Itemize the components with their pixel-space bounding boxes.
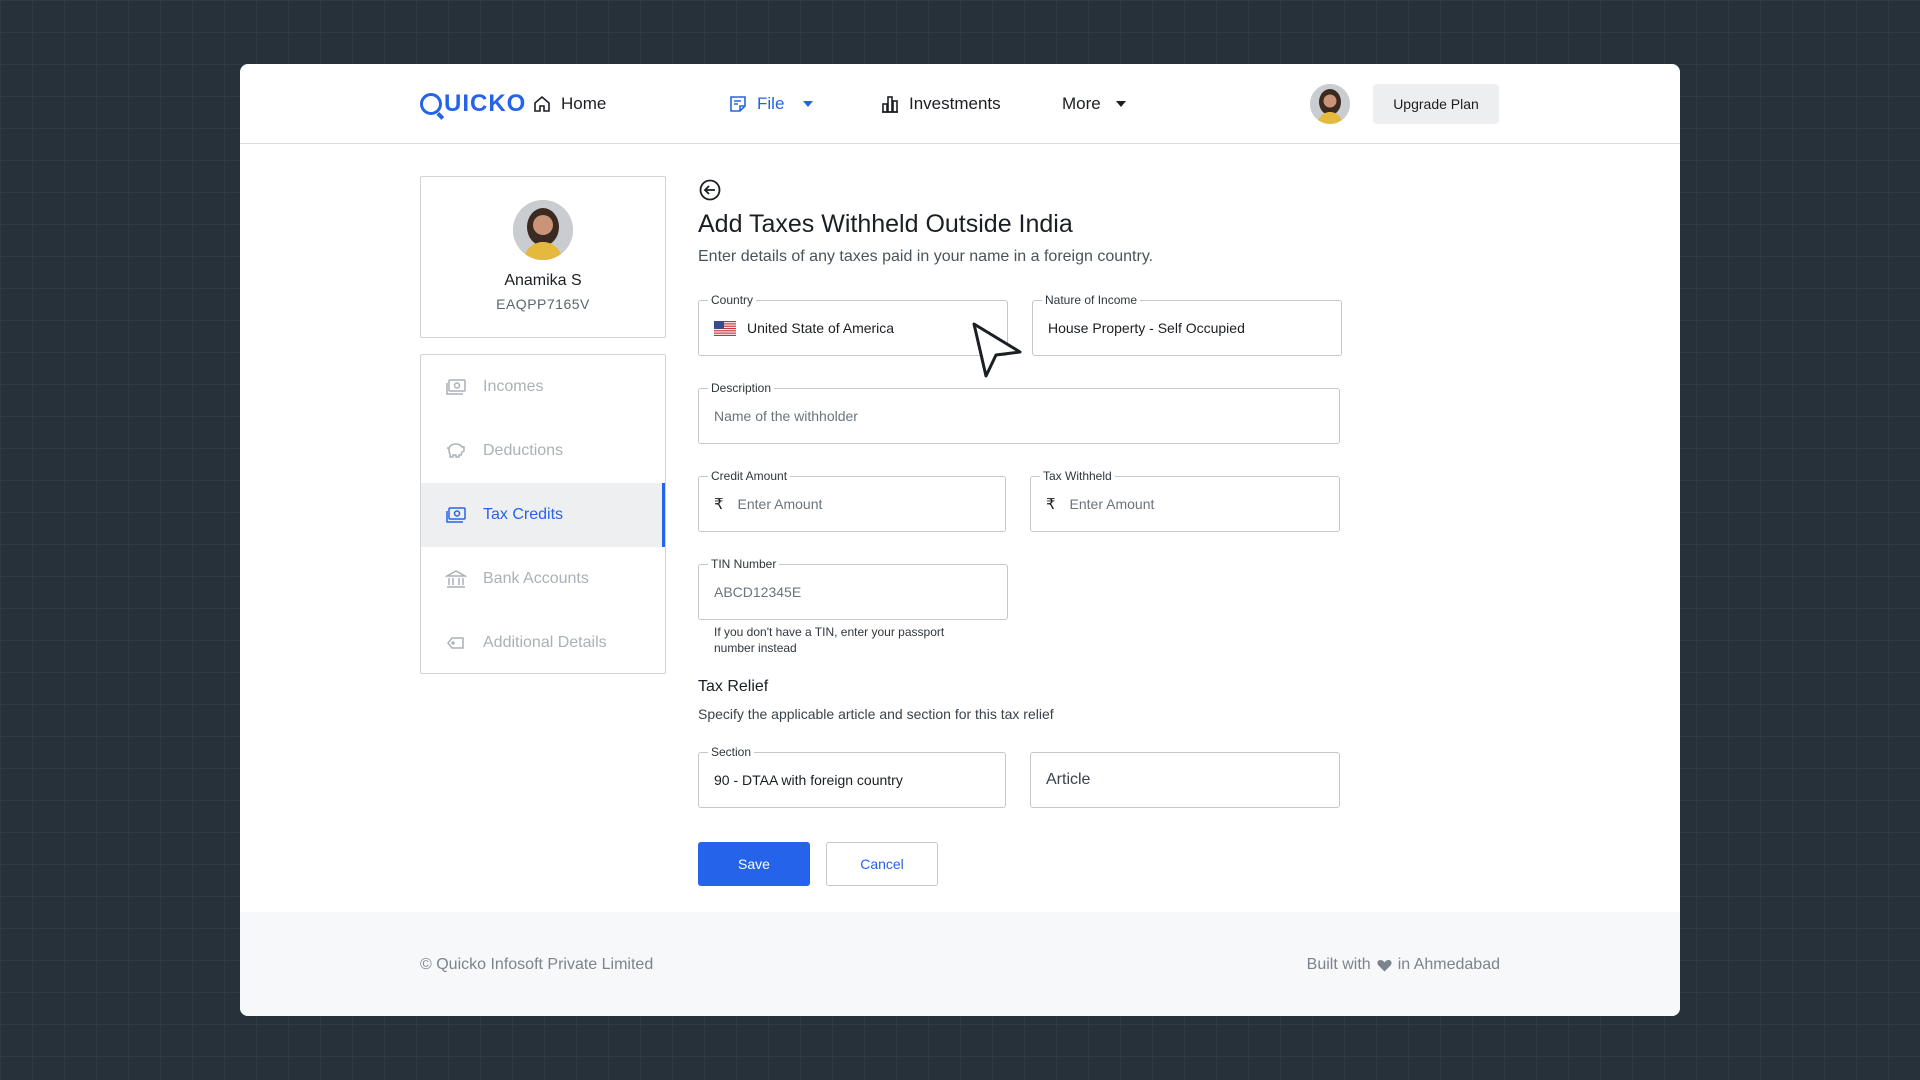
- article-input[interactable]: Article: [1030, 752, 1340, 808]
- page-title: Add Taxes Withheld Outside India: [698, 210, 1073, 238]
- upgrade-plan-button[interactable]: Upgrade Plan: [1373, 84, 1499, 124]
- built-prefix: Built with: [1306, 956, 1371, 973]
- description-placeholder: Name of the withholder: [714, 408, 858, 424]
- credit-amount-label: Credit Amount: [708, 469, 791, 483]
- logo-mark: [420, 93, 442, 115]
- us-flag-icon: [714, 320, 736, 336]
- app-window: UICKO Home File Investments More Upgrade…: [240, 64, 1680, 1016]
- quicko-logo[interactable]: UICKO: [420, 88, 526, 120]
- tax-withheld-placeholder: Enter Amount: [1069, 496, 1155, 512]
- sidebar-item-label: Deductions: [483, 442, 564, 459]
- chevron-down-icon: [803, 101, 814, 107]
- sidebar-item-label: Tax Credits: [483, 506, 564, 523]
- tax-credits-icon: [446, 507, 466, 523]
- sidebar-item-tax-credits[interactable]: Tax Credits: [421, 483, 665, 547]
- tin-hint: If you don't have a TIN, enter your pass…: [714, 625, 945, 655]
- section-label: Section: [708, 745, 755, 759]
- sidebar-item-deductions[interactable]: Deductions: [421, 419, 665, 483]
- sidebar-item-bank-accounts[interactable]: Bank Accounts: [421, 547, 665, 611]
- sidebar-item-label: Bank Accounts: [483, 570, 589, 587]
- file-icon: [730, 96, 746, 112]
- page-subtitle: Enter details of any taxes paid in your …: [698, 248, 1154, 265]
- nav-file-label: File: [757, 94, 785, 113]
- built-suffix: in Ahmedabad: [1397, 956, 1500, 973]
- sidebar-item-label: Incomes: [483, 378, 544, 395]
- piggy-bank-icon: [446, 443, 465, 458]
- country-value: United State of America: [747, 320, 895, 336]
- tin-number-label: TIN Number: [708, 557, 780, 571]
- user-avatar[interactable]: [1310, 84, 1350, 124]
- nav-more-label: More: [1062, 94, 1101, 113]
- chevron-down-icon: [1115, 101, 1126, 107]
- nature-of-income-select[interactable]: Nature of Income House Property - Self O…: [1032, 293, 1342, 356]
- tax-withheld-input[interactable]: Tax Withheld ₹ Enter Amount: [1030, 469, 1340, 532]
- tin-number-input[interactable]: TIN Number ABCD12345E: [698, 557, 1008, 620]
- profile-avatar: [513, 200, 573, 260]
- tag-icon: [447, 637, 464, 649]
- footer: © Quicko Infosoft Private Limited Built …: [240, 912, 1680, 1016]
- country-select[interactable]: Country United State of America: [698, 293, 1008, 356]
- tax-withheld-label: Tax Withheld: [1040, 469, 1115, 483]
- nav-file[interactable]: File: [728, 88, 814, 120]
- incomes-icon: [446, 379, 466, 395]
- sidebar-item-incomes[interactable]: Incomes: [421, 355, 665, 419]
- bank-icon: [445, 570, 467, 588]
- nature-of-income-value: House Property - Self Occupied: [1048, 320, 1245, 336]
- rupee-icon: ₹: [1046, 496, 1056, 513]
- profile-pan: EAQPP7165V: [496, 296, 590, 312]
- logo-text: UICKO: [444, 90, 527, 117]
- cancel-button[interactable]: Cancel: [826, 842, 938, 886]
- sidebar-item-additional-details[interactable]: Additional Details: [421, 611, 665, 673]
- built-with-text: Built with in Ahmedabad: [1307, 956, 1500, 974]
- profile-name: Anamika S: [504, 272, 582, 289]
- sidebar-menu: Incomes Deductions Tax Credits Bank Acco…: [420, 354, 666, 674]
- nav-investments-label: Investments: [909, 94, 1001, 113]
- credit-amount-input[interactable]: Credit Amount ₹ Enter Amount: [698, 469, 1006, 532]
- back-arrow-icon[interactable]: [698, 178, 722, 202]
- top-navigation-bar: UICKO Home File Investments More Upgrade…: [240, 64, 1680, 144]
- profile-card: Anamika S EAQPP7165V: [420, 176, 666, 338]
- article-placeholder: Article: [1046, 771, 1091, 788]
- nav-home-label: Home: [561, 94, 607, 113]
- section-select[interactable]: Section 90 - DTAA with foreign country: [698, 745, 1006, 808]
- tax-relief-subtitle: Specify the applicable article and secti…: [698, 706, 1054, 722]
- heart-icon: [1377, 959, 1392, 971]
- nav-home[interactable]: Home: [532, 88, 606, 120]
- rupee-icon: ₹: [714, 496, 724, 513]
- description-label: Description: [708, 381, 775, 395]
- copyright-text: © Quicko Infosoft Private Limited: [420, 956, 654, 973]
- description-input[interactable]: Description Name of the withholder: [698, 381, 1340, 444]
- nav-investments[interactable]: Investments: [880, 88, 1001, 120]
- save-button[interactable]: Save: [698, 842, 810, 886]
- country-label: Country: [708, 293, 757, 307]
- nav-more[interactable]: More: [1062, 88, 1126, 120]
- section-value: 90 - DTAA with foreign country: [714, 772, 903, 788]
- credit-amount-placeholder: Enter Amount: [737, 496, 823, 512]
- nature-of-income-label: Nature of Income: [1042, 293, 1141, 307]
- tax-relief-heading: Tax Relief: [698, 678, 769, 695]
- investments-icon: [882, 96, 898, 113]
- home-icon: [534, 95, 550, 112]
- sidebar-item-label: Additional Details: [483, 634, 607, 651]
- tin-number-placeholder: ABCD12345E: [714, 584, 802, 600]
